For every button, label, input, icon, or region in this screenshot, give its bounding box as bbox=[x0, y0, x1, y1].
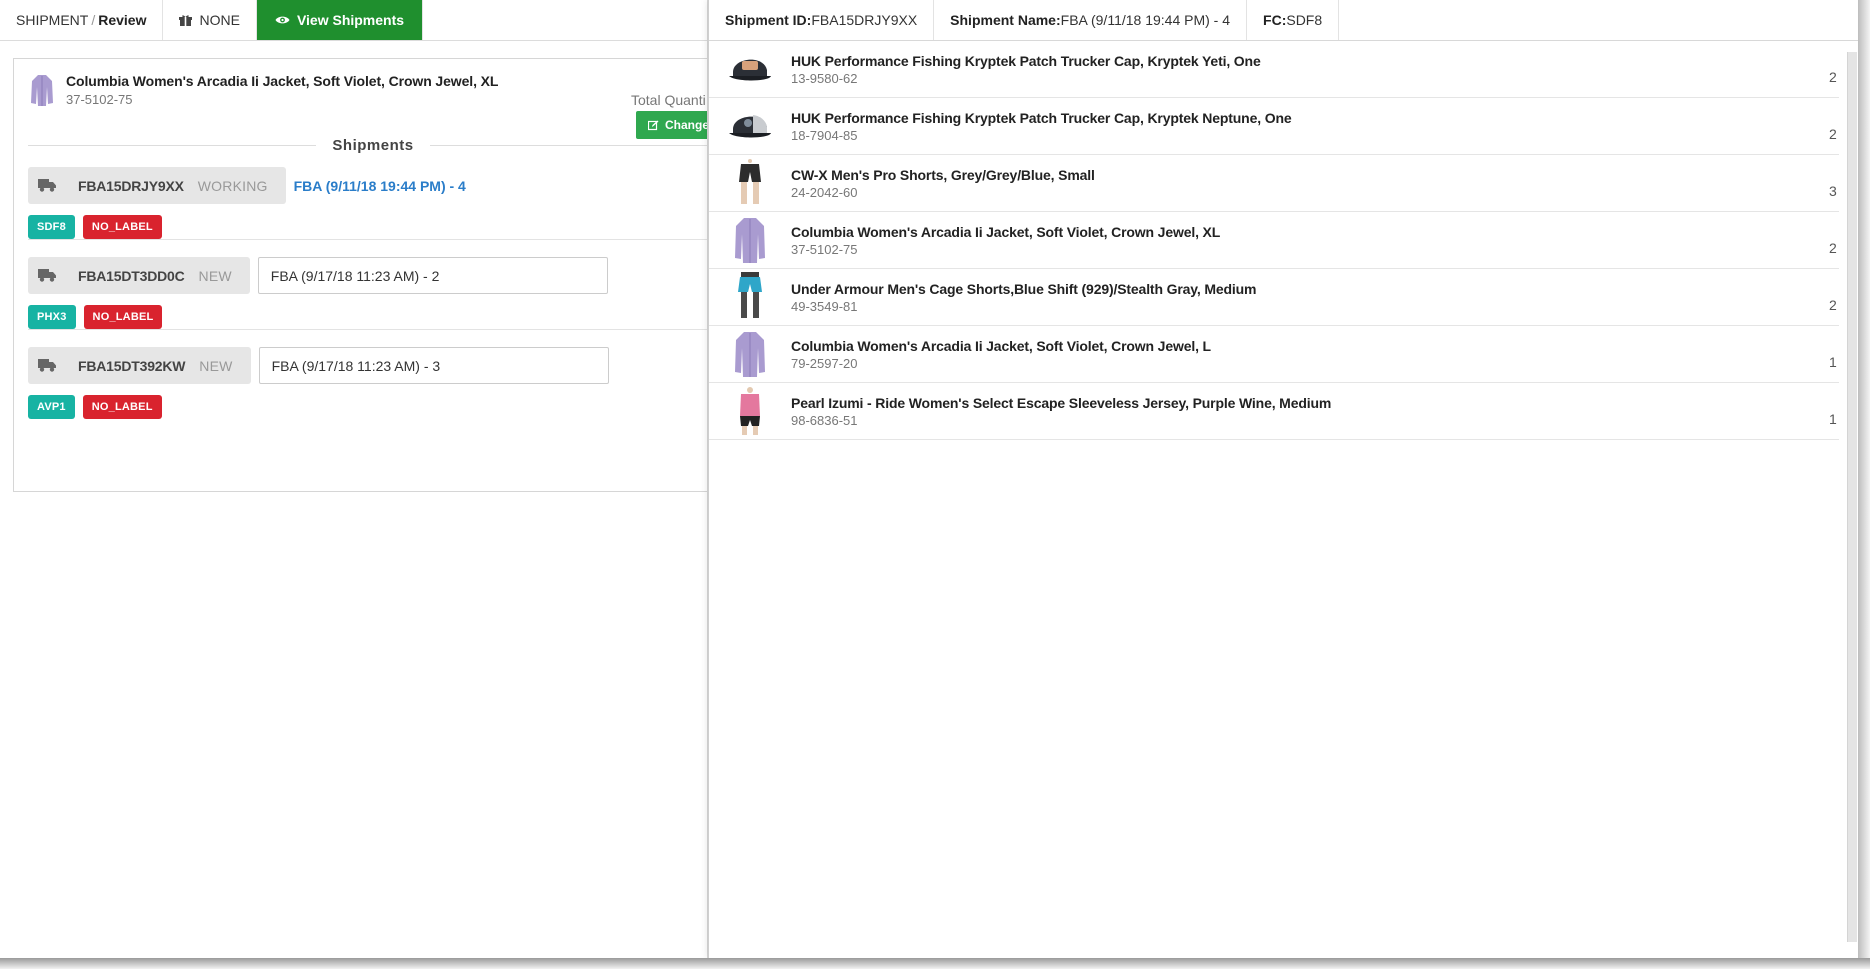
label-status-badge: NO_LABEL bbox=[83, 305, 163, 329]
list-item[interactable]: HUK Performance Fishing Kryptek Patch Tr… bbox=[709, 98, 1839, 155]
list-item[interactable]: Under Armour Men's Cage Shorts,Blue Shif… bbox=[709, 269, 1839, 326]
shipment-name-label: Shipment Name: bbox=[950, 12, 1061, 28]
shipment-status: WORKING bbox=[197, 177, 268, 194]
fc-label: FC: bbox=[1263, 12, 1287, 28]
window-shadow-right bbox=[1858, 0, 1870, 969]
shipment-id: FBA15DRJY9XX bbox=[78, 177, 184, 194]
shipment-id: FBA15DT3DD0C bbox=[78, 267, 185, 284]
label-status-badge: NO_LABEL bbox=[82, 395, 162, 419]
shipment-entry: FBA15DRJY9XX WORKING FBA (9/11/18 19:44 … bbox=[28, 167, 707, 239]
item-quantity: 3 bbox=[1829, 183, 1837, 199]
list-item[interactable]: Columbia Women's Arcadia Ii Jacket, Soft… bbox=[709, 212, 1839, 269]
fc-badge: SDF8 bbox=[28, 215, 75, 239]
shipment-id-cell: Shipment ID: FBA15DRJY9XX bbox=[709, 0, 935, 40]
divider bbox=[28, 329, 707, 330]
jacket-icon bbox=[735, 218, 765, 263]
product-shipments-card: Columbia Women's Arcadia Ii Jacket, Soft… bbox=[13, 58, 708, 492]
change-button-label: Change bbox=[665, 118, 708, 132]
item-name: Columbia Women's Arcadia Ii Jacket, Soft… bbox=[791, 224, 1221, 240]
breadcrumb-separator: / bbox=[91, 12, 96, 28]
shipment-entry: FBA15DT392KW NEW FBA (9/17/18 11:23 AM) … bbox=[28, 347, 707, 419]
drawer-header: Shipment ID: FBA15DRJY9XX Shipment Name:… bbox=[709, 0, 1858, 41]
item-name: HUK Performance Fishing Kryptek Patch Tr… bbox=[791, 110, 1292, 126]
shipment-chip[interactable]: FBA15DRJY9XX WORKING bbox=[28, 167, 286, 204]
item-sku: 79-2597-20 bbox=[791, 356, 858, 371]
fc-badge: PHX3 bbox=[28, 305, 76, 329]
shorts-icon bbox=[738, 272, 762, 318]
jersey-icon bbox=[740, 387, 760, 435]
shipment-chip[interactable]: FBA15DT3DD0C NEW bbox=[28, 257, 250, 294]
shipment-id-value: FBA15DRJY9XX bbox=[811, 12, 918, 28]
fc-value: SDF8 bbox=[1286, 12, 1323, 28]
shipment-entry: FBA15DT3DD0C NEW FBA (9/17/18 11:23 AM) … bbox=[28, 257, 707, 329]
window-shadow-bottom bbox=[0, 958, 1870, 969]
item-quantity: 2 bbox=[1829, 240, 1837, 256]
item-sku: 24-2042-60 bbox=[791, 185, 858, 200]
eye-icon bbox=[275, 16, 290, 24]
shipment-chip[interactable]: FBA15DT392KW NEW bbox=[28, 347, 251, 384]
item-quantity: 2 bbox=[1829, 69, 1837, 85]
cap-icon bbox=[729, 59, 771, 81]
item-sku: 37-5102-75 bbox=[791, 242, 858, 257]
breadcrumb: SHIPMENT / Review bbox=[0, 0, 164, 40]
jacket-icon bbox=[31, 75, 53, 106]
product-title: Columbia Women's Arcadia Ii Jacket, Soft… bbox=[66, 73, 499, 89]
item-quantity: 1 bbox=[1829, 411, 1837, 427]
item-name: Columbia Women's Arcadia Ii Jacket, Soft… bbox=[791, 338, 1211, 354]
none-button[interactable]: NONE bbox=[163, 0, 257, 40]
item-name: HUK Performance Fishing Kryptek Patch Tr… bbox=[791, 53, 1261, 69]
shipment-id-label: Shipment ID: bbox=[725, 12, 812, 28]
item-name: Under Armour Men's Cage Shorts,Blue Shif… bbox=[791, 281, 1257, 297]
item-name: Pearl Izumi - Ride Women's Select Escape… bbox=[791, 395, 1332, 411]
shipment-name-value: FBA (9/11/18 19:44 PM) - 4 bbox=[1060, 12, 1231, 28]
item-quantity: 1 bbox=[1829, 354, 1837, 370]
shipment-id: FBA15DT392KW bbox=[78, 357, 186, 374]
item-sku: 13-9580-62 bbox=[791, 71, 858, 86]
breadcrumb-section[interactable]: SHIPMENT bbox=[16, 12, 88, 28]
shipment-status: NEW bbox=[199, 357, 233, 374]
drawer-scrollbar[interactable] bbox=[1847, 52, 1857, 942]
truck-icon bbox=[38, 179, 56, 192]
shipment-item-list: HUK Performance Fishing Kryptek Patch Tr… bbox=[709, 41, 1839, 440]
total-quantity-label: Total Quanti bbox=[631, 92, 706, 108]
shorts-icon bbox=[739, 159, 761, 204]
none-button-label: NONE bbox=[199, 12, 240, 28]
shipment-details-drawer: Shipment ID: FBA15DRJY9XX Shipment Name:… bbox=[708, 0, 1858, 958]
item-quantity: 2 bbox=[1829, 297, 1837, 313]
cap-icon bbox=[729, 115, 771, 138]
shipment-name-cell: Shipment Name: FBA (9/11/18 19:44 PM) - … bbox=[934, 0, 1248, 40]
shipment-status: NEW bbox=[198, 267, 232, 284]
product-header: Columbia Women's Arcadia Ii Jacket, Soft… bbox=[30, 73, 498, 107]
list-item[interactable]: CW-X Men's Pro Shorts, Grey/Grey/Blue, S… bbox=[709, 155, 1839, 212]
gift-icon bbox=[179, 14, 193, 26]
top-toolbar: SHIPMENT / Review NONE View Shipments bbox=[0, 0, 707, 41]
shipment-name-input[interactable]: FBA (9/17/18 11:23 AM) - 3 bbox=[258, 347, 609, 384]
view-shipments-label: View Shipments bbox=[296, 12, 405, 28]
shipment-name-input[interactable]: FBA (9/17/18 11:23 AM) - 2 bbox=[257, 257, 608, 294]
truck-icon bbox=[38, 269, 56, 282]
list-item[interactable]: Columbia Women's Arcadia Ii Jacket, Soft… bbox=[709, 326, 1839, 383]
shipments-section-title: Shipments bbox=[332, 136, 414, 154]
item-quantity: 2 bbox=[1829, 126, 1837, 142]
item-sku: 49-3549-81 bbox=[791, 299, 858, 314]
fc-cell: FC: SDF8 bbox=[1247, 0, 1340, 40]
view-shipments-button[interactable]: View Shipments bbox=[256, 0, 424, 40]
truck-icon bbox=[38, 359, 56, 372]
list-item[interactable]: HUK Performance Fishing Kryptek Patch Tr… bbox=[709, 41, 1839, 98]
jacket-icon bbox=[735, 332, 765, 377]
item-sku: 18-7904-85 bbox=[791, 128, 858, 143]
fc-badge: AVP1 bbox=[28, 395, 75, 419]
shipments-section-header: Shipments bbox=[28, 134, 707, 156]
label-status-badge: NO_LABEL bbox=[82, 215, 162, 239]
product-sku: 37-5102-75 bbox=[66, 92, 133, 107]
breadcrumb-current: Review bbox=[98, 12, 147, 28]
shipment-name-link[interactable]: FBA (9/11/18 19:44 PM) - 4 bbox=[294, 178, 466, 194]
item-sku: 98-6836-51 bbox=[791, 413, 858, 428]
edit-icon bbox=[648, 120, 659, 130]
shipment-review-pane: SHIPMENT / Review NONE View Shipments Co… bbox=[0, 0, 708, 969]
divider bbox=[28, 239, 707, 240]
item-name: CW-X Men's Pro Shorts, Grey/Grey/Blue, S… bbox=[791, 167, 1095, 183]
list-item[interactable]: Pearl Izumi - Ride Women's Select Escape… bbox=[709, 383, 1839, 440]
